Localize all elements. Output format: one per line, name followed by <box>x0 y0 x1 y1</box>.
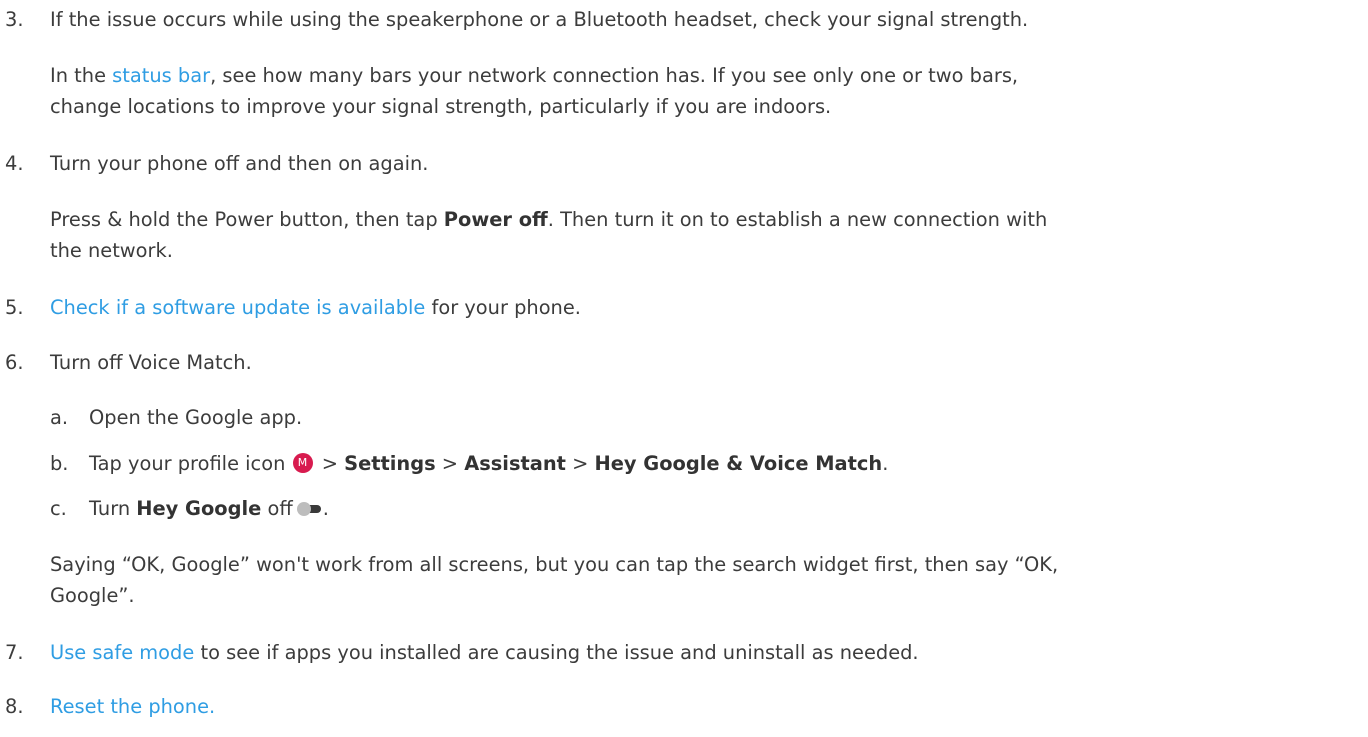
step-text: Turn your phone off and then on again. <box>50 152 429 175</box>
substep-letter: a. <box>50 406 69 429</box>
note-text: Google”. <box>50 584 135 607</box>
step-number: 3. <box>5 8 24 31</box>
profile-avatar-icon: M <box>292 452 313 473</box>
separator: > <box>435 452 465 475</box>
step-text: If the issue occurs while using the spea… <box>50 8 1029 31</box>
status-bar-link[interactable]: status bar <box>112 64 210 87</box>
period: . <box>882 452 889 475</box>
hey-google-voice-match-label: Hey Google & Voice Match <box>594 452 883 475</box>
step-number: 5. <box>5 296 24 319</box>
detail-text: the network. <box>50 239 173 262</box>
assistant-label: Assistant <box>464 452 566 475</box>
step-number: 4. <box>5 152 24 175</box>
note-text: Saying “OK, Google” won't work from all … <box>50 553 1059 576</box>
reset-phone-link[interactable]: Reset the phone. <box>50 695 215 718</box>
toggle-off-icon <box>296 501 323 516</box>
power-off-label: Power off <box>443 208 548 231</box>
substep-text: Turn <box>89 497 137 520</box>
settings-label: Settings <box>344 452 436 475</box>
substep-letter: b. <box>50 452 69 475</box>
substep-text: off <box>261 497 293 520</box>
substep-text: Open the Google app. <box>89 406 303 429</box>
detail-text: , see how many bars your network connect… <box>210 64 1019 87</box>
step-text: for your phone. <box>425 296 581 319</box>
substep-letter: c. <box>50 497 67 520</box>
separator: > <box>565 452 595 475</box>
period: . <box>322 497 329 520</box>
separator: > <box>315 452 345 475</box>
step-text: Turn off Voice Match. <box>50 351 252 374</box>
detail-text: Press & hold the Power button, then tap <box>50 208 444 231</box>
safe-mode-link[interactable]: Use safe mode <box>50 641 194 664</box>
substep-text: Tap your profile icon <box>89 452 292 475</box>
hey-google-label: Hey Google <box>136 497 262 520</box>
detail-text: . Then turn it on to establish a new con… <box>547 208 1048 231</box>
step-number: 6. <box>5 351 24 374</box>
software-update-link[interactable]: Check if a software update is available <box>50 296 425 319</box>
detail-text: In the <box>50 64 113 87</box>
step-number: 7. <box>5 641 24 664</box>
step-text: to see if apps you installed are causing… <box>194 641 919 664</box>
step-number: 8. <box>5 695 24 718</box>
detail-text: change locations to improve your signal … <box>50 95 832 118</box>
